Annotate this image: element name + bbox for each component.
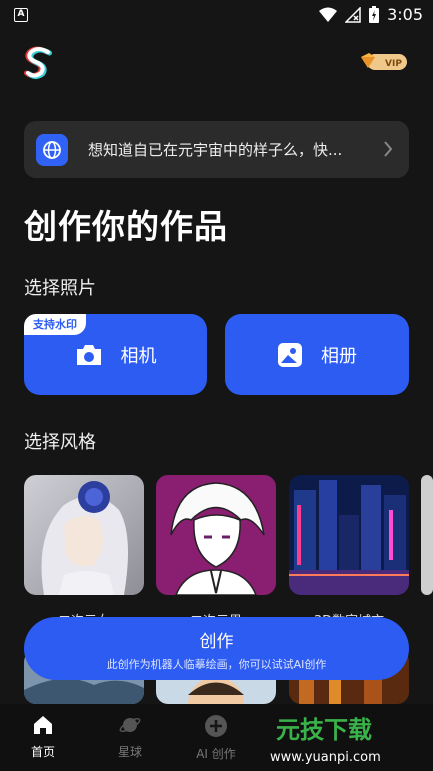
site-watermark-logo: 元技下载 www.yuanpi.com — [258, 704, 433, 771]
style-more[interactable] — [421, 475, 433, 595]
camera-label: 相机 — [120, 345, 157, 367]
clock: 3:05 — [387, 5, 423, 24]
style-3d-city[interactable] — [289, 475, 409, 595]
banner-text: 想知道自已在元宇宙中的样子么，快... — [88, 141, 343, 159]
chevron-right-icon — [384, 141, 393, 157]
watermark-url: www.yuanpi.com — [270, 750, 381, 765]
create-hint: 此创作为机器人临摹绘画，你可以试试AI创作 — [106, 658, 327, 671]
vip-badge-icon[interactable]: VIP — [359, 51, 409, 73]
watermark-support-badge: 支持水印 — [24, 314, 86, 335]
globe-icon — [36, 133, 68, 166]
create-button[interactable]: 创作 此创作为机器人临摹绘画，你可以试试AI创作 — [24, 617, 409, 680]
signal-off-icon — [345, 6, 361, 23]
plus-circle-icon — [205, 715, 227, 737]
nav-home[interactable]: 首页 — [13, 714, 73, 760]
status-bar: A 3:05 — [0, 0, 433, 30]
page-title: 创作你的作品 — [24, 207, 228, 246]
watermark-brand: 元技下载 — [276, 716, 372, 744]
metaverse-banner[interactable]: 想知道自已在元宇宙中的样子么，快... — [24, 121, 409, 178]
select-style-heading: 选择风格 — [24, 432, 96, 453]
select-photo-heading: 选择照片 — [24, 278, 96, 299]
planet-icon — [119, 717, 141, 733]
vip-label: VIP — [385, 59, 402, 69]
nav-planet-label: 星球 — [117, 745, 142, 759]
album-button[interactable]: 相册 — [225, 314, 409, 395]
nav-ai-create-label: AI 创作 — [196, 747, 236, 761]
camera-icon — [76, 344, 101, 365]
create-label: 创作 — [199, 632, 234, 652]
album-label: 相册 — [321, 345, 357, 367]
nav-ai-create[interactable]: AI 创作 — [186, 714, 246, 762]
battery-charging-icon — [369, 6, 380, 23]
gallery-icon — [278, 342, 302, 367]
app-notification-icon: A — [14, 8, 28, 22]
style-anime-girl[interactable] — [24, 475, 144, 595]
app-logo-icon[interactable] — [24, 46, 54, 80]
home-icon — [34, 716, 52, 734]
style-anime-boy[interactable] — [156, 475, 276, 595]
nav-planet[interactable]: 星球 — [100, 714, 160, 760]
wifi-icon — [319, 7, 338, 22]
nav-home-label: 首页 — [30, 745, 55, 759]
